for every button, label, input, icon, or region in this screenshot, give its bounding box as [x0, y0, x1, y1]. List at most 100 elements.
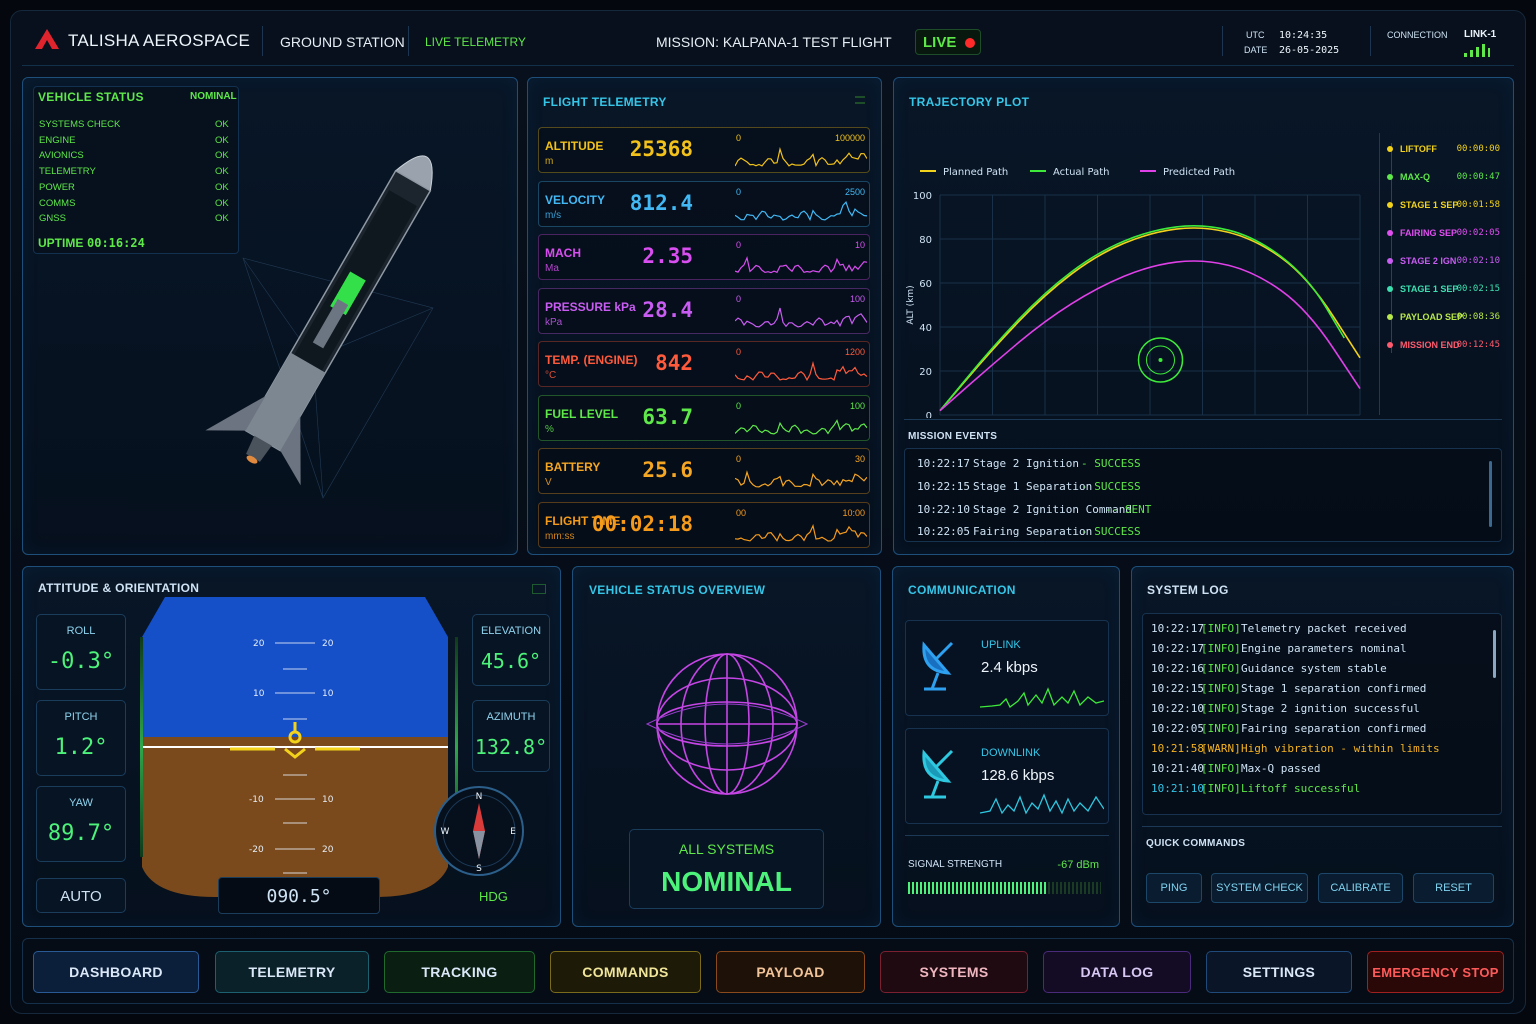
telemetry-row[interactable]: PRESSURE kPa kPa 28.4 0 100: [538, 287, 870, 334]
timeline-item[interactable]: MAX-Q 00:00:47: [1387, 171, 1508, 185]
telemetry-row[interactable]: MACH Ma 2.35 0 10: [538, 234, 870, 280]
uplink-label: UPLINK: [981, 639, 1021, 651]
mode-link[interactable]: LIVE TELEMETRY: [425, 35, 526, 49]
timeline-dot-icon: [1387, 314, 1393, 320]
elevation-value: 45.6°: [480, 649, 542, 673]
check-name: TELEMETRY: [39, 166, 96, 178]
timeline-item[interactable]: PAYLOAD SEP 00:08:36: [1387, 311, 1508, 325]
satellite-dish-icon: [922, 641, 954, 691]
calibrate-button[interactable]: CALIBRATE: [1318, 873, 1403, 903]
azimuth-label: AZIMUTH: [486, 711, 536, 723]
timeline-time: 00:08:36: [1456, 312, 1500, 322]
nav-systems[interactable]: SYSTEMS: [880, 951, 1028, 993]
heading-value: 090.5°: [266, 886, 332, 907]
timeline-label: MAX-Q: [1400, 172, 1430, 182]
nav-tracking[interactable]: TRACKING: [384, 951, 535, 993]
log-scrollbar[interactable]: [1493, 630, 1496, 678]
timeline-item[interactable]: STAGE 2 IGN 00:02:10: [1387, 255, 1508, 269]
roll-card: ROLL -0.3°: [36, 614, 126, 690]
flight-telemetry-title: FLIGHT TELEMETRY: [543, 95, 667, 109]
roll-label: ROLL: [66, 625, 96, 637]
event-result: - SUCCESS: [1081, 479, 1141, 493]
event-name: Fairing Separation: [973, 525, 1093, 539]
telemetry-sparkline: [735, 146, 867, 168]
compass-west-label: W: [441, 827, 450, 837]
heading-readout: 090.5°: [218, 877, 380, 914]
log-time: 10:22:05: [1151, 722, 1204, 735]
pitch-label: PITCH: [64, 711, 98, 723]
timeline-label: STAGE 2 IGN: [1400, 256, 1457, 266]
timeline-item[interactable]: STAGE 1 SEP 00:02:15: [1387, 283, 1508, 297]
signal-value: -67 dBm: [1057, 859, 1099, 871]
system-log-list: 10:22:17 [INFO] Telemetry packet received 1…: [1142, 613, 1502, 815]
brand-logo-icon: [35, 29, 59, 49]
timeline-time: 00:02:10: [1456, 256, 1500, 266]
mission-events-list: 10:22:17 Stage 2 Ignition - SUCCESS 10:22:1…: [904, 448, 1502, 542]
log-time: 10:21:10: [1151, 782, 1204, 795]
panel-options-icon[interactable]: [855, 96, 865, 104]
timeline-item[interactable]: STAGE 1 SEP 00:01:58: [1387, 199, 1508, 213]
check-name: ENGINE: [39, 134, 76, 146]
system-log-title: SYSTEM LOG: [1147, 583, 1229, 597]
downlink-value: 128.6 kbps: [981, 767, 1055, 784]
events-scrollbar[interactable]: [1489, 461, 1492, 527]
telemetry-row[interactable]: ALTITUDE m 25368 0 100000: [538, 127, 870, 173]
yaw-label: YAW: [69, 797, 93, 809]
system-check-button[interactable]: SYSTEM CHECK: [1211, 873, 1308, 903]
pitch-tick-label: 20: [322, 639, 334, 649]
nav-dashboard[interactable]: DASHBOARD: [33, 951, 199, 993]
telemetry-unit: Ma: [545, 263, 559, 274]
uptime-value: 00:16:24: [87, 236, 145, 250]
telemetry-row[interactable]: FLIGHT TIME mm:ss 00:02:18 00 10:00: [538, 501, 870, 548]
nav-telemetry[interactable]: TELEMETRY: [215, 951, 369, 993]
timeline-item[interactable]: MISSION END 00:12:45: [1387, 339, 1508, 353]
yaw-value: 89.7°: [47, 821, 115, 846]
chart-grid: [939, 194, 1361, 416]
timeline-item[interactable]: FAIRING SEP 00:02:05: [1387, 227, 1508, 241]
vehicle-status-title: VEHICLE STATUS: [38, 90, 144, 104]
timeline-item[interactable]: LIFTOFF 00:00:00: [1387, 143, 1508, 157]
timeline-label: MISSION END: [1400, 340, 1460, 350]
telemetry-name: ALTITUDE: [545, 139, 604, 153]
uplink-sparkline: [980, 687, 1104, 708]
nav-settings[interactable]: SETTINGS: [1206, 951, 1352, 993]
log-level: [INFO]: [1201, 622, 1241, 635]
log-level: [INFO]: [1201, 682, 1241, 695]
overview-line2: NOMINAL: [661, 866, 792, 897]
rocket-illustration: [205, 155, 434, 499]
nav-payload[interactable]: PAYLOAD: [716, 951, 865, 993]
series-line: [939, 225, 1345, 412]
pitch-tick-label: 10: [322, 689, 334, 699]
telemetry-value: 842: [655, 351, 693, 375]
timeline-label: LIFTOFF: [1400, 144, 1437, 154]
telemetry-row[interactable]: VELOCITY m/s 812.4 0 2500: [538, 180, 870, 227]
panel-options-icon[interactable]: [532, 584, 546, 594]
telemetry-name: FUEL LEVEL: [545, 406, 619, 421]
log-message: High vibration - within limits: [1241, 742, 1440, 755]
telemetry-row[interactable]: FUEL LEVEL% 63.7 0 100: [538, 394, 870, 441]
roll-scale-left: [140, 637, 143, 857]
nav-commands[interactable]: COMMANDS: [550, 951, 701, 993]
telemetry-row[interactable]: BATTERY V 25.6 0 30: [538, 448, 870, 494]
trajectory-title: TRAJECTORY PLOT: [909, 95, 1030, 109]
telemetry-value: 812.4: [629, 190, 693, 215]
signal-meter: [908, 882, 1101, 894]
telemetry-unit: V: [545, 477, 552, 488]
log-level: [INFO]: [1201, 662, 1241, 675]
telemetry-row[interactable]: TEMP. (ENGINE) °C 842 0 1200: [538, 341, 870, 387]
nav-data-log[interactable]: DATA LOG: [1043, 951, 1191, 993]
telemetry-sparkline: [735, 360, 867, 382]
signal-label: SIGNAL STRENGTH: [908, 859, 1003, 870]
timeline-dot-icon: [1387, 174, 1393, 180]
divider: [1370, 26, 1371, 56]
event-name: Stage 2 Ignition: [973, 457, 1079, 470]
auto-mode-button[interactable]: AUTO: [36, 878, 126, 913]
pitch-tick-label: 20: [253, 639, 265, 649]
emergency-stop-button[interactable]: EMERGENCY STOP: [1367, 951, 1504, 993]
divider: [1222, 26, 1223, 56]
telemetry-name: VELOCITY: [545, 192, 606, 207]
reset-button[interactable]: RESET: [1413, 873, 1494, 903]
elevation-card: ELEVATION 45.6°: [472, 614, 550, 686]
ping-button[interactable]: PING: [1146, 873, 1202, 903]
telemetry-value: 00:02:18: [591, 511, 693, 536]
